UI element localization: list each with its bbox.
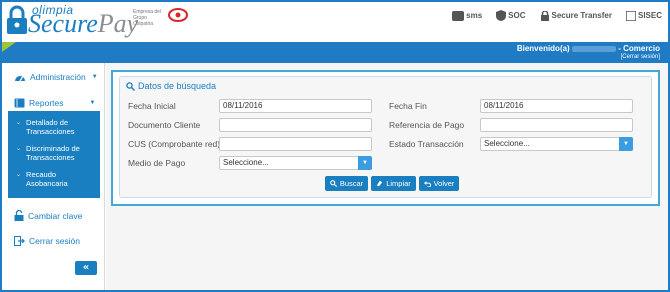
top-nav-bar: Bienvenido(a) - Comercio [Cerrar sesión]	[2, 42, 668, 63]
fecha-inicial-label: Fecha Inicial	[128, 101, 176, 111]
empresa-text: Empresa del Grupo Colpatria	[133, 9, 162, 27]
brand-secure: Secure	[28, 9, 98, 38]
olimpia-secure-transfer-logo-icon: Secure Transfer	[540, 10, 612, 21]
olimpia-soc-logo-icon: SOC	[496, 10, 526, 21]
header: olimpia SecurePay Empresa del Grupo Colp…	[2, 2, 668, 42]
sidebar-item-cambiar-clave[interactable]: Cambiar clave	[14, 210, 82, 221]
logout-link[interactable]: [Cerrar sesión]	[621, 54, 660, 60]
sidebar: Administración ▼ Reportes ▼ ⌄ Detallado de…	[2, 63, 105, 290]
colpatria-logo-icon	[168, 8, 188, 22]
fecha-fin-input[interactable]: 08/11/2016	[480, 99, 633, 113]
fecha-fin-label: Fecha Fin	[389, 101, 427, 111]
eraser-icon	[376, 180, 383, 187]
limpiar-button[interactable]: Limpiar	[371, 176, 416, 191]
documento-cliente-label: Documento Cliente	[128, 120, 201, 130]
fecha-inicial-input[interactable]: 08/11/2016	[219, 99, 372, 113]
redacted-username	[571, 45, 616, 52]
estado-transaccion-select[interactable]: Seleccione... ▼	[480, 137, 633, 151]
sidebar-item-discriminado[interactable]: ⌄ Discriminado de Transacciones	[16, 144, 86, 162]
dashboard-icon	[15, 76, 25, 82]
panel-title: Datos de búsqueda	[126, 81, 216, 91]
documento-cliente-input[interactable]	[219, 118, 372, 132]
accent-triangle	[2, 42, 16, 52]
sign-out-icon	[14, 236, 25, 246]
olimpia-sisec-logo-icon: SISEC	[625, 10, 662, 21]
medio-pago-label: Medio de Pago	[128, 158, 186, 168]
lock-icon	[7, 5, 27, 34]
sidebar-item-detallado[interactable]: ⌄ Detallado de Transacciones	[16, 118, 86, 136]
brand-securepay: SecurePay	[28, 11, 138, 37]
buscar-button[interactable]: Buscar	[325, 176, 368, 191]
estado-transaccion-label: Estado Transacción	[389, 139, 464, 149]
olimpia-sms-logo-icon: sms	[452, 10, 482, 21]
cus-label: CUS (Comprobante red)	[128, 139, 221, 149]
sidebar-item-administracion[interactable]: Administración ▼	[14, 72, 98, 82]
chevron-down-icon[interactable]: ▼	[619, 137, 633, 151]
chevron-down-icon: ⌄	[16, 146, 22, 152]
volver-button[interactable]: Volver	[419, 176, 459, 191]
unlock-icon	[14, 210, 24, 221]
sidebar-item-cerrar-sesion[interactable]: Cerrar sesión	[14, 236, 80, 246]
search-icon	[329, 180, 337, 187]
medio-pago-select[interactable]: Seleccione... ▼	[219, 156, 372, 170]
search-panel: Datos de búsqueda Fecha Inicial 08/11/20…	[119, 76, 652, 198]
chevron-down-icon[interactable]: ▼	[358, 156, 372, 170]
reportes-submenu: ⌄ Detallado de Transacciones ⌄ Discrimin…	[8, 111, 100, 198]
chevron-down-icon: ⌄	[16, 172, 22, 178]
search-panel-frame: Datos de búsqueda Fecha Inicial 08/11/20…	[111, 70, 660, 206]
undo-icon	[423, 181, 431, 187]
referencia-pago-label: Referencia de Pago	[389, 120, 465, 130]
chevron-down-icon: ⌄	[16, 120, 22, 126]
brand-logos: sms SOC Secure Transfer SISEC	[452, 10, 662, 21]
book-icon	[14, 98, 25, 108]
welcome-text: Bienvenido(a) - Comercio	[516, 44, 660, 53]
search-icon	[126, 81, 135, 91]
sidebar-item-reportes[interactable]: Reportes ▼	[14, 98, 95, 108]
main-content: Datos de búsqueda Fecha Inicial 08/11/20…	[106, 63, 668, 290]
sidebar-item-recaudo[interactable]: ⌄ Recaudo Asobancaria	[16, 170, 86, 188]
cus-input[interactable]	[219, 137, 372, 151]
referencia-pago-input[interactable]	[480, 118, 633, 132]
collapse-sidebar-button[interactable]: «	[75, 261, 97, 275]
